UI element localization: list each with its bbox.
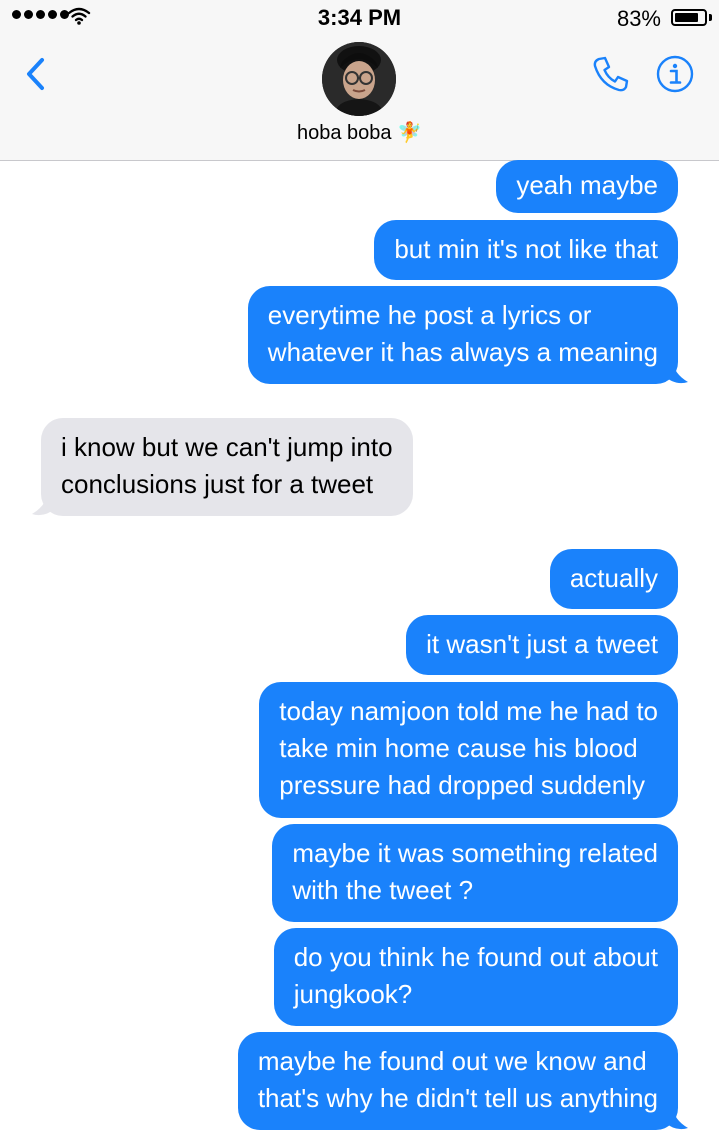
contact-name[interactable]: hoba boba 🧚 <box>0 120 719 145</box>
message-text: whatever it has always a meaning <box>267 337 658 367</box>
outgoing-message-bubble[interactable]: yeah maybe <box>496 160 678 213</box>
message-text: do you think he found out about <box>293 942 658 972</box>
outgoing-message-bubble[interactable]: maybe it was something related with the … <box>272 824 678 922</box>
outgoing-message-bubble[interactable]: do you think he found out about jungkook… <box>273 928 678 1026</box>
chevron-left-icon[interactable] <box>20 54 50 94</box>
outgoing-message-bubble[interactable]: actually <box>549 549 678 609</box>
bubble-tail <box>664 1106 688 1130</box>
message-text: with the tweet ? <box>292 875 474 905</box>
outgoing-message-bubble[interactable]: today namjoon told me he had to take min… <box>259 682 678 818</box>
battery-percentage: 83% <box>616 6 661 31</box>
info-icon[interactable] <box>656 55 694 93</box>
message-text: conclusions just for a tweet <box>61 469 374 499</box>
message-text: that's why he didn't tell us anything <box>257 1083 658 1113</box>
message-text: maybe it was something related <box>292 838 658 868</box>
message-text: pressure had dropped suddenly <box>279 770 645 800</box>
outgoing-message-bubble[interactable]: it wasn't just a tweet <box>406 615 678 675</box>
bubble-tail <box>32 492 56 516</box>
message-text: maybe he found out we know and <box>257 1046 647 1076</box>
conversation-header: hoba boba 🧚 <box>0 36 719 161</box>
fairy-emoji: 🧚 <box>397 122 422 144</box>
avatar[interactable] <box>322 42 396 116</box>
status-bar: 3:34 PM 83% <box>0 0 719 36</box>
outgoing-message-bubble[interactable]: everytime he post a lyrics or whatever i… <box>247 286 678 384</box>
contact-name-text: hoba boba <box>296 122 392 144</box>
phone-icon[interactable] <box>591 54 631 94</box>
message-text: but min it's not like that <box>394 234 658 264</box>
battery-icon <box>671 9 707 26</box>
battery-fill <box>675 13 698 22</box>
outgoing-message-bubble[interactable]: maybe he found out we know and that's wh… <box>237 1032 678 1130</box>
battery-tip <box>709 14 712 21</box>
message-text: actually <box>569 563 658 593</box>
bubble-tail <box>664 360 688 384</box>
outgoing-message-bubble[interactable]: but min it's not like that <box>374 220 678 280</box>
message-text: today namjoon told me he had to <box>279 696 658 726</box>
message-text: it wasn't just a tweet <box>426 629 658 659</box>
message-text: i know but we can't jump into <box>61 432 393 462</box>
status-time: 3:34 PM <box>317 5 402 30</box>
message-text: take min home cause his blood <box>279 733 638 763</box>
message-text: jungkook? <box>293 979 413 1009</box>
incoming-message-bubble[interactable]: i know but we can't jump into conclusion… <box>41 418 413 516</box>
message-text: yeah maybe <box>516 170 658 200</box>
message-text: everytime he post a lyrics or <box>267 300 592 330</box>
